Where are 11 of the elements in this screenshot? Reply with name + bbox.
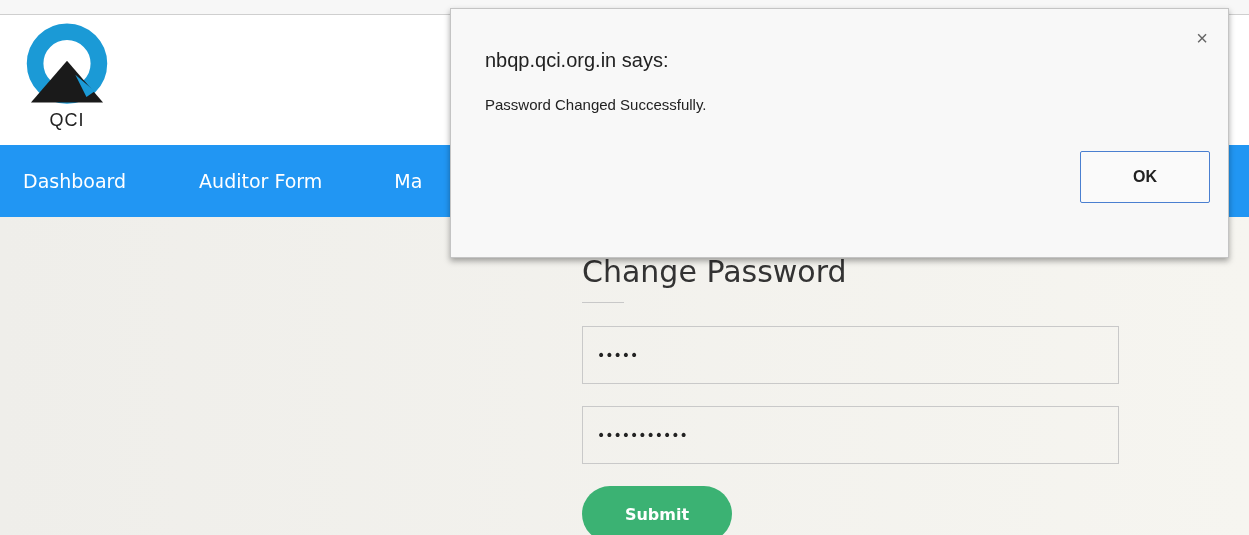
password-field[interactable]: ••••• [582,326,1119,384]
form-title: Change Password [582,253,848,291]
nav-link[interactable]: Ma [394,170,423,192]
password-field[interactable]: ••••••••••• [582,406,1119,464]
nav-link[interactable]: Dashboard [23,170,127,192]
close-button[interactable]: × [1192,27,1212,50]
dialog-title: nbqp.qci.org.in says: [485,49,669,72]
logo-text: QCI [49,110,85,130]
dialog-message: Password Changed Successfully. [485,96,708,113]
ok-button[interactable]: OK [1080,151,1210,203]
nav-link[interactable]: Auditor Form [199,170,323,192]
